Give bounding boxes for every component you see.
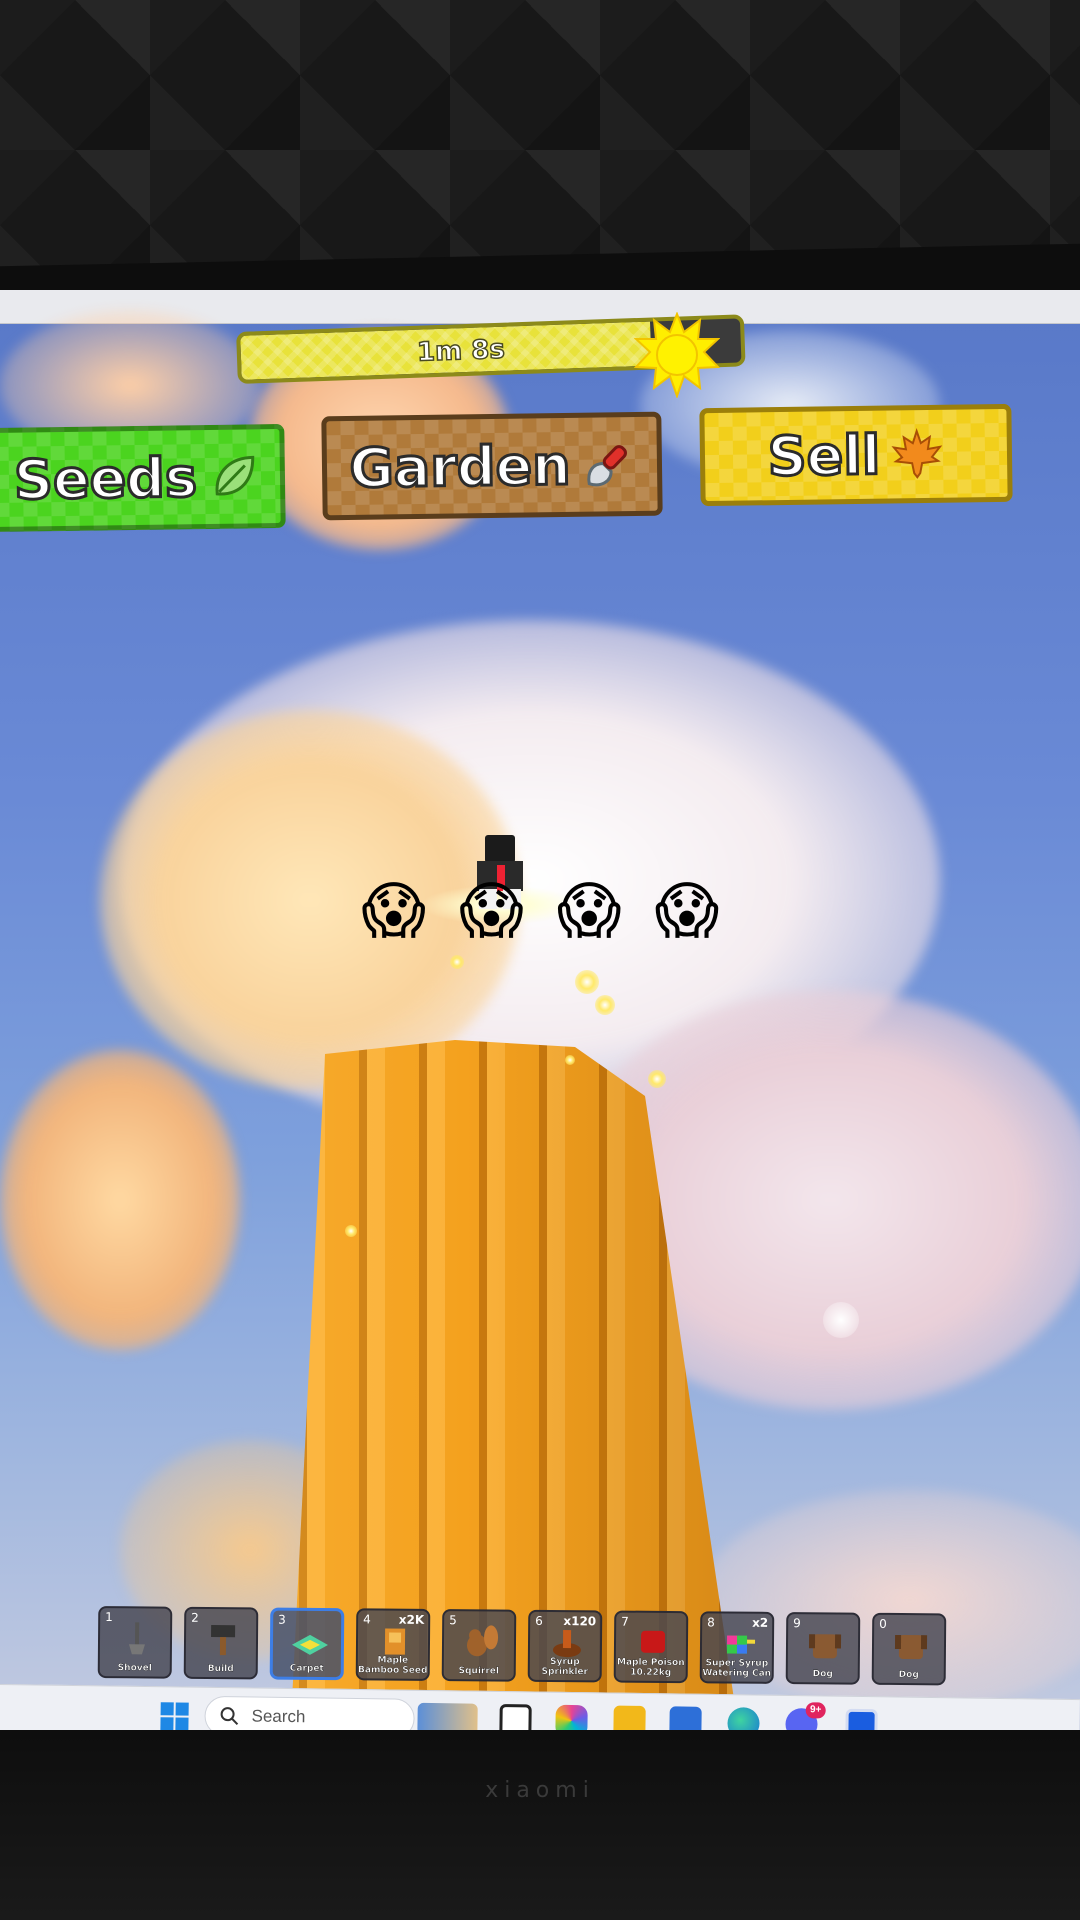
slot-label: Carpet bbox=[289, 1663, 324, 1675]
slot-label: Super Syrup Watering Can bbox=[702, 1658, 772, 1679]
screaming-face-emoji: 😱 bbox=[459, 874, 530, 947]
slot-number: 1 bbox=[105, 1610, 113, 1625]
avatar-head bbox=[485, 835, 515, 863]
sell-button[interactable]: Sell bbox=[699, 403, 1013, 507]
slot-label: Dog bbox=[812, 1669, 833, 1680]
notification-badge: 9+ bbox=[805, 1702, 826, 1719]
carpet-icon bbox=[291, 1634, 328, 1655]
dog-icon bbox=[808, 1634, 842, 1659]
squirrel-icon bbox=[466, 1625, 499, 1657]
slot-number: 2 bbox=[191, 1610, 199, 1625]
cloud bbox=[0, 1050, 240, 1350]
hotbar-slot-shovel[interactable]: 1 Shovel bbox=[97, 1606, 173, 1679]
sparkle bbox=[575, 970, 599, 994]
slot-number: 8 bbox=[707, 1615, 715, 1630]
sparkle bbox=[565, 1055, 575, 1065]
sparkle bbox=[450, 955, 464, 969]
trowel-icon bbox=[586, 445, 627, 487]
hammer-icon bbox=[211, 1624, 236, 1656]
leaf-icon bbox=[215, 455, 255, 496]
hotbar-slot-dog[interactable]: 0 Dog bbox=[871, 1612, 947, 1686]
slot-number: 6 bbox=[535, 1613, 543, 1628]
slot-label: Dog bbox=[898, 1669, 919, 1681]
foam-wall-background bbox=[0, 0, 1080, 270]
poison-icon bbox=[640, 1630, 666, 1653]
shovel-icon bbox=[128, 1622, 145, 1655]
slot-number: 5 bbox=[449, 1613, 457, 1628]
seeds-button[interactable]: Seeds bbox=[0, 423, 286, 533]
sun-glint bbox=[823, 1302, 859, 1338]
watering-can-icon bbox=[726, 1635, 756, 1654]
overlay-emoji-row: 😱 😱 😱 😱 bbox=[0, 880, 1080, 944]
sparkle bbox=[595, 995, 615, 1015]
hotbar-slot-syrup-sprinkler[interactable]: 6 x120 Syrup Sprinkler bbox=[527, 1609, 603, 1683]
slot-label: Squirrel bbox=[458, 1666, 500, 1677]
monitor-brand-logo: xiaomi bbox=[485, 1778, 595, 1803]
seed-icon bbox=[384, 1628, 406, 1655]
game-screen[interactable]: 1m 8s Seeds Garden Sell 😱 😱 😱 😱 1 Shovel… bbox=[0, 290, 1080, 1735]
slot-label: Build bbox=[207, 1663, 234, 1675]
hotbar-slot-maple-bamboo-seed[interactable]: 4 x2K Maple Bamboo Seed bbox=[355, 1608, 431, 1681]
hotbar-slot-maple-poison[interactable]: 7 Maple Poison 10.22kg bbox=[613, 1610, 689, 1684]
hotbar-slot-super-syrup-watering-can[interactable]: 8 x2 Super Syrup Watering Can bbox=[699, 1611, 775, 1684]
screaming-face-emoji: 😱 bbox=[361, 874, 433, 947]
slot-label: Maple Poison 10.22kg bbox=[616, 1657, 685, 1679]
seeds-button-label: Seeds bbox=[12, 444, 199, 513]
search-placeholder: Search bbox=[251, 1706, 306, 1727]
sell-button-label: Sell bbox=[766, 422, 882, 490]
hotbar-slot-carpet[interactable]: 3 Carpet bbox=[269, 1607, 345, 1681]
monitor-bezel-bottom bbox=[0, 1730, 1080, 1920]
garden-button-label: Garden bbox=[348, 432, 573, 501]
windows-start-icon[interactable] bbox=[159, 1701, 189, 1731]
slot-number: 3 bbox=[278, 1612, 286, 1627]
slot-number: 7 bbox=[621, 1614, 629, 1629]
sparkle bbox=[648, 1070, 666, 1088]
hotbar-slot-build[interactable]: 2 Build bbox=[183, 1606, 259, 1680]
sun-icon bbox=[634, 312, 720, 398]
hotbar-slot-dog[interactable]: 9 Dog bbox=[785, 1612, 861, 1685]
maple-leaf-icon bbox=[891, 427, 943, 479]
sprinkler-icon bbox=[552, 1630, 581, 1658]
slot-label: Maple Bamboo Seed bbox=[358, 1655, 428, 1676]
hotbar: 1 Shovel 2 Build 3 Carpet 4 x2K Maple Ba… bbox=[97, 1606, 947, 1686]
sparkle bbox=[345, 1225, 357, 1237]
screaming-face-emoji: 😱 bbox=[654, 874, 726, 947]
dog-icon bbox=[894, 1634, 928, 1660]
garden-button[interactable]: Garden bbox=[321, 411, 663, 521]
slot-number: 9 bbox=[793, 1616, 801, 1631]
slot-number: 4 bbox=[363, 1612, 371, 1627]
search-icon bbox=[220, 1707, 239, 1726]
hotbar-slot-squirrel[interactable]: 5 Squirrel bbox=[441, 1609, 517, 1682]
screaming-face-emoji: 😱 bbox=[556, 874, 628, 947]
slot-label: Syrup Sprinkler bbox=[541, 1656, 589, 1678]
slot-number: 0 bbox=[879, 1616, 887, 1631]
slot-label: Shovel bbox=[117, 1663, 153, 1674]
